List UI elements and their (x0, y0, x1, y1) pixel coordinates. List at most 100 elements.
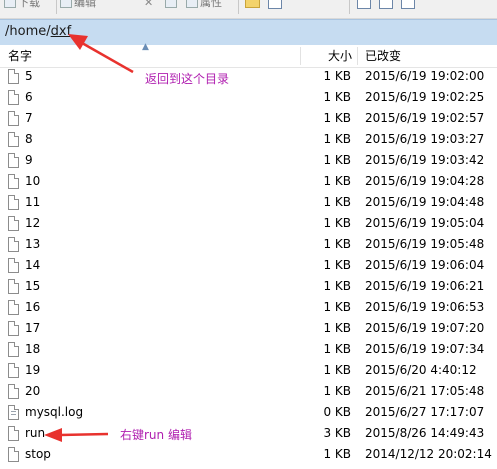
folder-icon (245, 0, 260, 8)
file-row[interactable]: 20 1 KB 2015/6/21 17:05:48 (0, 382, 497, 403)
edit-button[interactable]: 编辑 (60, 0, 96, 10)
file-modified: 2015/6/19 19:07:20 (365, 321, 485, 335)
file-icon (8, 69, 19, 84)
file-icon (8, 90, 19, 105)
toolbar: 下载 编辑 ✕ 属性 (0, 0, 497, 19)
rename-button[interactable] (165, 0, 177, 10)
file-size: 1 KB (323, 153, 351, 167)
path-bar[interactable]: /home/dxf (0, 19, 497, 46)
file-name: 12 (25, 216, 41, 230)
file-size: 1 KB (323, 321, 351, 335)
window-button-2[interactable] (401, 0, 415, 10)
file-icon (8, 321, 19, 336)
file-icon (8, 132, 19, 147)
file-icon (8, 174, 19, 189)
file-icon (8, 195, 19, 210)
file-row[interactable]: 5 1 KB 2015/6/19 19:02:00 (0, 67, 497, 88)
path-prefix: /home/ (5, 24, 51, 39)
refresh-button[interactable] (268, 0, 282, 10)
file-modified: 2015/6/19 19:04:28 (365, 174, 485, 188)
window-icon (379, 0, 393, 9)
file-name: 18 (25, 342, 41, 356)
column-divider[interactable] (357, 47, 358, 65)
path-current-dir[interactable]: dxf (51, 24, 72, 39)
current-path[interactable]: /home/dxf (5, 24, 71, 39)
file-row[interactable]: 10 1 KB 2015/6/19 19:04:28 (0, 172, 497, 193)
file-name: 11 (25, 195, 41, 209)
toolbar-divider (349, 0, 350, 14)
file-icon (8, 258, 19, 273)
file-row[interactable]: 8 1 KB 2015/6/19 19:03:27 (0, 130, 497, 151)
file-modified: 2015/6/19 19:06:21 (365, 279, 485, 293)
file-row[interactable]: 6 1 KB 2015/6/19 19:02:25 (0, 88, 497, 109)
file-size: 1 KB (323, 363, 351, 377)
file-name: 5 (25, 69, 33, 83)
file-name: 20 (25, 384, 41, 398)
file-icon (8, 237, 19, 252)
file-name: 17 (25, 321, 41, 335)
file-size: 1 KB (323, 258, 351, 272)
file-name: 19 (25, 363, 41, 377)
file-row[interactable]: 13 1 KB 2015/6/19 19:05:48 (0, 235, 497, 256)
text-file-icon (8, 405, 19, 420)
file-modified: 2015/6/19 19:04:48 (365, 195, 485, 209)
file-icon (8, 153, 19, 168)
file-row[interactable]: 7 1 KB 2015/6/19 19:02:57 (0, 109, 497, 130)
delete-button[interactable]: ✕ (144, 0, 153, 10)
file-size: 1 KB (323, 132, 351, 146)
file-modified: 2014/12/12 20:02:14 (365, 447, 492, 461)
file-modified: 2015/8/26 14:49:43 (365, 426, 485, 440)
download-label: 下载 (18, 0, 40, 9)
file-icon (8, 363, 19, 378)
file-modified: 2015/6/19 19:02:25 (365, 90, 485, 104)
file-name: 8 (25, 132, 33, 146)
file-row[interactable]: run 3 KB 2015/8/26 14:49:43 (0, 424, 497, 445)
file-row[interactable]: 12 1 KB 2015/6/19 19:05:04 (0, 214, 497, 235)
file-name: 14 (25, 258, 41, 272)
file-modified: 2015/6/19 19:02:57 (365, 111, 485, 125)
file-row[interactable]: 9 1 KB 2015/6/19 19:03:42 (0, 151, 497, 172)
file-name: 9 (25, 153, 33, 167)
toolbar-divider (238, 0, 239, 14)
properties-button[interactable]: 属性 (186, 0, 222, 10)
file-size: 1 KB (323, 174, 351, 188)
rename-icon (165, 0, 177, 8)
file-row[interactable]: 15 1 KB 2015/6/19 19:06:21 (0, 277, 497, 298)
file-size: 1 KB (323, 384, 351, 398)
new-folder-button[interactable] (245, 0, 260, 10)
edit-icon (60, 0, 72, 8)
file-row[interactable]: mysql.log 0 KB 2015/6/27 17:17:07 (0, 403, 497, 424)
file-row[interactable]: 11 1 KB 2015/6/19 19:04:48 (0, 193, 497, 214)
file-icon (8, 426, 19, 441)
upload-button[interactable] (357, 0, 371, 10)
file-row[interactable]: stop 1 KB 2014/12/12 20:02:14 (0, 445, 497, 466)
file-name: mysql.log (25, 405, 84, 419)
window-icon (401, 0, 415, 9)
file-modified: 2015/6/19 19:07:34 (365, 342, 485, 356)
file-row[interactable]: 16 1 KB 2015/6/19 19:06:53 (0, 298, 497, 319)
column-size[interactable]: 大小 (328, 45, 352, 67)
file-row[interactable]: 17 1 KB 2015/6/19 19:07:20 (0, 319, 497, 340)
file-icon (8, 384, 19, 399)
file-row[interactable]: 19 1 KB 2015/6/20 4:40:12 (0, 361, 497, 382)
refresh-icon (268, 0, 282, 9)
column-modified[interactable]: 已改变 (365, 45, 401, 67)
column-divider[interactable] (300, 47, 301, 65)
file-name: 15 (25, 279, 41, 293)
delete-icon: ✕ (144, 0, 154, 9)
file-modified: 2015/6/19 19:03:27 (365, 132, 485, 146)
file-icon (8, 216, 19, 231)
file-size: 1 KB (323, 279, 351, 293)
download-button[interactable]: 下载 (4, 0, 40, 10)
window-button-1[interactable] (379, 0, 393, 10)
file-row[interactable]: 14 1 KB 2015/6/19 19:06:04 (0, 256, 497, 277)
file-size: 1 KB (323, 300, 351, 314)
file-name: run (25, 426, 46, 440)
column-header: 名字 ▲ 大小 已改变 (0, 42, 497, 68)
file-row[interactable]: 18 1 KB 2015/6/19 19:07:34 (0, 340, 497, 361)
file-size: 1 KB (323, 90, 351, 104)
file-icon (8, 447, 19, 462)
file-modified: 2015/6/19 19:02:00 (365, 69, 485, 83)
file-size: 1 KB (323, 237, 351, 251)
column-name[interactable]: 名字 (8, 45, 32, 67)
